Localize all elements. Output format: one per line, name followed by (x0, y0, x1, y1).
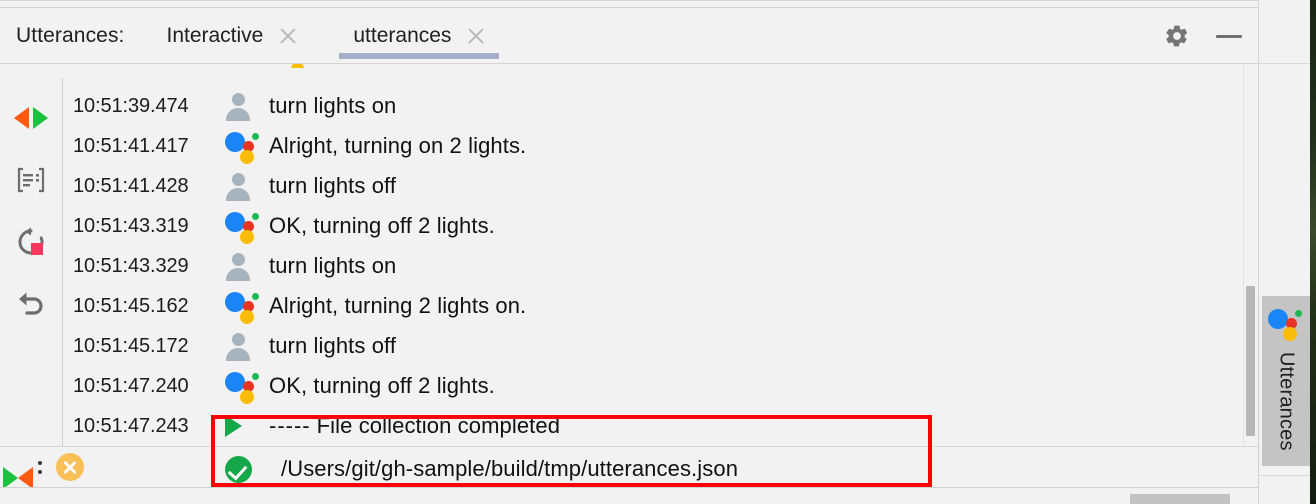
desktop-background-strip (1310, 0, 1316, 504)
tool-window-footer: Event Log (0, 488, 1258, 504)
log-message: turn lights off (269, 173, 397, 198)
close-icon[interactable] (279, 27, 297, 45)
rerun-stop-icon[interactable] (11, 222, 51, 262)
log-message: turn lights off (269, 333, 397, 358)
log-dashes: ----- (269, 413, 311, 438)
gear-icon[interactable] (1162, 21, 1192, 51)
user-avatar-icon (225, 173, 269, 201)
tab-interactive-label: Interactive (166, 24, 264, 47)
google-assistant-icon (225, 291, 269, 324)
user-avatar-icon (225, 253, 269, 281)
tab-utterances[interactable]: utterances (339, 8, 500, 64)
log-timestamp: 10:51:45.162 (73, 294, 189, 317)
artifact-path-link[interactable]: /Users/git/gh-sample/build/tmp/utterance… (281, 456, 738, 482)
user-avatar-icon (225, 333, 269, 361)
dock-left-border (1258, 0, 1259, 504)
log-message: turn lights on (269, 253, 397, 278)
log-message: OK, turning off 2 lights. (269, 213, 495, 238)
log-timestamp: 10:51:39.474 (73, 94, 189, 117)
table-row[interactable]: 10:51:41.428 turn lights off (63, 166, 1243, 206)
sidebar-item-label: Utterances (1275, 352, 1298, 451)
console-scrollbar[interactable] (1243, 64, 1258, 446)
success-check-icon (225, 455, 281, 483)
utterances-tool-window: Utterances: Interactive utterances 10:51… (0, 0, 1258, 504)
table-row-artifact-path[interactable]: /Users/git/gh-sample/build/tmp/utterance… (63, 452, 1243, 486)
table-row[interactable]: 10:51:45.162 Alright, turning 2 lights o… (63, 286, 1243, 326)
log-message: File collection completed (316, 413, 561, 438)
log-message: Alright, turning 2 lights on. (269, 293, 527, 318)
status-bar-top-border (0, 446, 1258, 447)
partial-assistant-icon (291, 64, 317, 68)
tool-window-header: Utterances: Interactive utterances (0, 8, 1258, 64)
user-avatar-icon (225, 93, 269, 121)
rollback-icon[interactable] (11, 284, 51, 324)
minimize-icon[interactable] (1214, 21, 1244, 51)
prev-next-occurrence-icon[interactable] (11, 98, 51, 138)
log-message: Alright, turning on 2 lights. (269, 133, 527, 158)
table-row[interactable]: 10:51:43.319 OK, turning off 2 lights. (63, 206, 1243, 246)
dock-divider-bottom (1258, 475, 1310, 476)
tab-interactive[interactable]: Interactive (152, 8, 311, 64)
table-row[interactable]: 10:51:39.474 turn lights on (63, 86, 1243, 126)
log-timestamp: 10:51:41.417 (73, 134, 189, 157)
dock-divider-top (1258, 63, 1310, 64)
header-actions (1162, 21, 1258, 51)
table-row[interactable]: 10:51:47.240 OK, turning off 2 lights. (63, 366, 1243, 406)
google-assistant-icon (225, 371, 269, 404)
log-message: OK, turning off 2 lights. (269, 373, 495, 398)
sidebar-item-utterances[interactable]: Utterances (1262, 296, 1310, 466)
table-row[interactable]: 10:51:41.417 Alright, turning on 2 light… (63, 126, 1243, 166)
console-side-toolbar (0, 64, 62, 444)
table-row-file-collection[interactable]: 10:51:47.243 ----- File collection compl… (63, 406, 1243, 446)
active-tab-indicator (339, 53, 500, 59)
tool-window-title: Utterances: (16, 24, 125, 47)
log-timestamp: 10:51:47.240 (73, 374, 189, 397)
table-row[interactable]: 10:51:43.329 turn lights on (63, 246, 1243, 286)
window-top-border (0, 0, 1258, 1)
log-timestamp: 10:51:47.243 (73, 414, 189, 437)
log-message: turn lights on (269, 93, 397, 118)
tab-utterances-label: utterances (353, 24, 452, 47)
log-timestamp: 10:51:43.319 (73, 214, 189, 237)
scrollbar-track (1243, 64, 1244, 446)
footer-scrollbar-thumb[interactable] (1130, 494, 1230, 504)
scrollbar-thumb[interactable] (1246, 286, 1255, 436)
soft-wrap-icon[interactable] (11, 160, 51, 200)
google-assistant-icon (225, 131, 269, 164)
app-root: Utterances: Interactive utterances 10:51… (0, 0, 1316, 504)
console-output[interactable]: 10:51:39.474 turn lights on 10:51:41.417… (63, 64, 1243, 446)
play-icon (225, 415, 269, 437)
log-timestamp: 10:51:43.329 (73, 254, 189, 277)
log-timestamp: 10:51:41.428 (73, 174, 189, 197)
close-icon[interactable] (467, 27, 485, 45)
minimize-bar (1216, 34, 1242, 38)
tool-window-body: 10:51:39.474 turn lights on 10:51:41.417… (0, 64, 1258, 504)
google-assistant-icon (225, 211, 269, 244)
google-assistant-icon (1268, 308, 1304, 341)
status-separator (38, 460, 42, 474)
right-tool-dock: Utterances (1258, 0, 1310, 504)
table-row[interactable]: 10:51:45.172 turn lights off (63, 326, 1243, 366)
log-timestamp: 10:51:45.172 (73, 334, 189, 357)
